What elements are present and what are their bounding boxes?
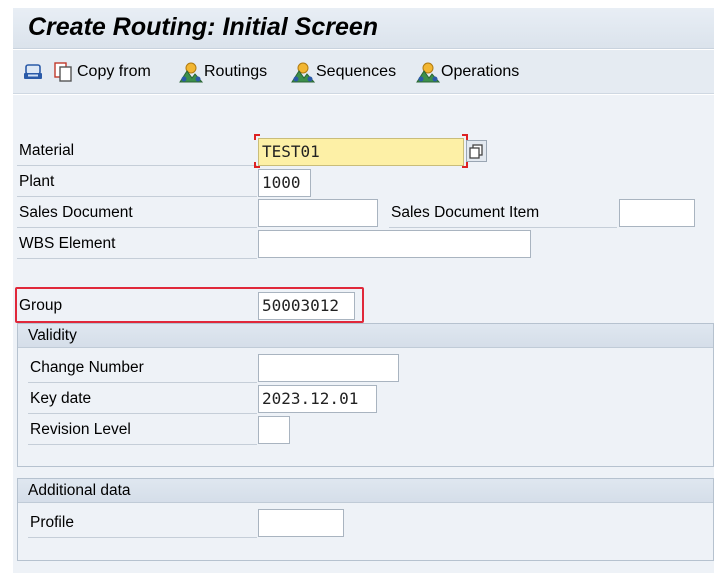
copy-from-button[interactable]: Copy from <box>53 60 151 84</box>
plant-input[interactable]: 1000 <box>258 169 311 197</box>
row-divider <box>389 227 617 228</box>
additional-data-header: Additional data <box>18 479 713 503</box>
page-title: Create Routing: Initial Screen <box>28 13 379 41</box>
other-object-icon <box>24 64 42 79</box>
sales-document-item-input[interactable] <box>619 199 695 227</box>
sales-document-label: Sales Document <box>19 204 133 221</box>
sales-document-item-label: Sales Document Item <box>391 204 540 221</box>
row-divider <box>28 382 257 383</box>
application-toolbar: Copy from Routings Sequences Operations <box>13 50 714 94</box>
row-divider <box>17 227 257 228</box>
routing-icon <box>179 62 203 83</box>
sequences-label: Sequences <box>316 63 397 80</box>
operations-label: Operations <box>441 63 520 80</box>
material-input[interactable]: TEST01 <box>258 138 464 166</box>
validity-header: Validity <box>18 324 713 348</box>
profile-label: Profile <box>30 514 74 531</box>
row-divider <box>17 196 257 197</box>
wbs-element-label: WBS Element <box>19 235 116 252</box>
key-date-label: Key date <box>30 390 92 407</box>
copy-from-label: Copy from <box>77 63 151 80</box>
sales-document-input[interactable] <box>258 199 378 227</box>
required-marker <box>254 162 260 168</box>
material-label: Material <box>19 142 75 159</box>
routings-label: Routings <box>204 63 268 80</box>
copy-icon <box>54 62 72 82</box>
wbs-element-input[interactable] <box>258 230 531 258</box>
profile-input[interactable] <box>258 509 344 537</box>
row-divider <box>28 537 257 538</box>
row-divider <box>28 444 257 445</box>
additional-data-title: Additional data <box>28 482 131 499</box>
revision-level-input[interactable] <box>258 416 290 444</box>
value-help-button[interactable] <box>466 140 487 162</box>
row-divider <box>17 258 257 259</box>
validity-title: Validity <box>28 327 77 344</box>
operation-icon <box>416 62 440 83</box>
routings-button[interactable]: Routings <box>179 60 267 84</box>
sequence-icon <box>291 62 315 83</box>
revision-level-label: Revision Level <box>30 421 131 438</box>
other-object-button[interactable] <box>23 60 45 84</box>
plant-label: Plant <box>19 173 55 190</box>
required-marker <box>254 134 260 140</box>
row-divider <box>17 165 257 166</box>
title-bar: Create Routing: Initial Screen <box>13 8 714 49</box>
sequences-button[interactable]: Sequences <box>291 60 396 84</box>
operations-button[interactable]: Operations <box>416 60 519 84</box>
row-divider <box>28 413 257 414</box>
key-date-input[interactable]: 2023.12.01 <box>258 385 377 413</box>
change-number-label: Change Number <box>30 359 144 376</box>
additional-data-groupbox: Additional data <box>17 478 714 561</box>
value-help-icon <box>469 144 483 159</box>
change-number-input[interactable] <box>258 354 399 382</box>
group-highlight-box <box>15 287 364 323</box>
